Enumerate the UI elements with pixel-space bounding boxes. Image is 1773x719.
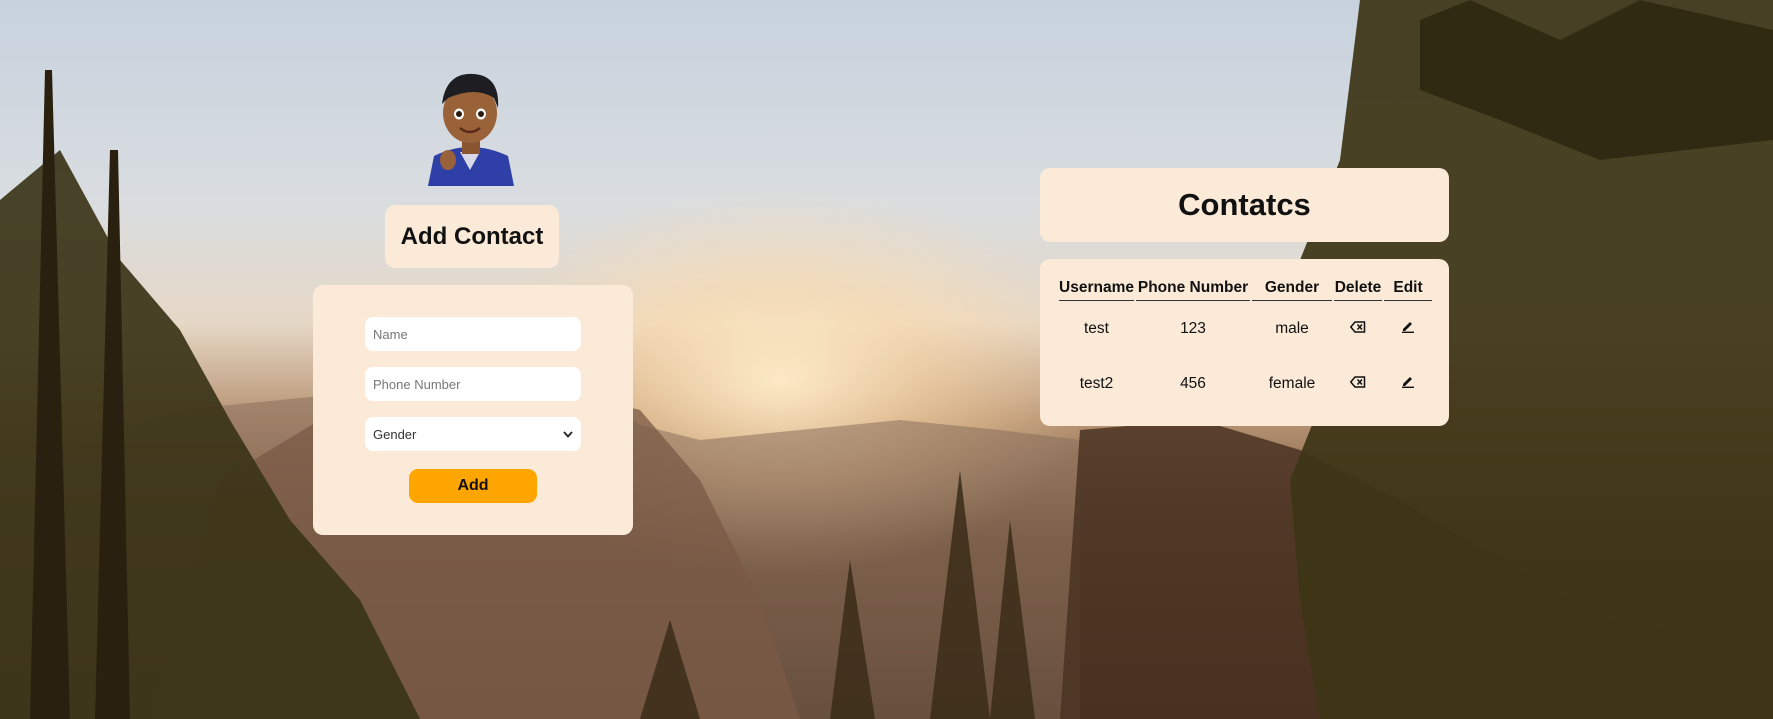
header-gender: Gender: [1252, 277, 1332, 301]
name-input[interactable]: [365, 317, 581, 351]
table-header-row: Username Phone Number Gender Delete Edit: [1059, 277, 1432, 301]
contacts-title-card: Contatcs: [1040, 168, 1449, 242]
gender-select[interactable]: Gender: [365, 417, 581, 451]
phone-number-input[interactable]: [365, 367, 581, 401]
backspace-delete-icon[interactable]: [1349, 375, 1366, 393]
table-row: test 123 male: [1059, 301, 1432, 356]
contacts-table: Username Phone Number Gender Delete Edit…: [1057, 277, 1434, 411]
cell-edit: [1384, 356, 1432, 411]
chevron-down-icon: [563, 427, 573, 441]
contacts-title: Contatcs: [1178, 187, 1311, 222]
cell-edit: [1384, 301, 1432, 356]
avatar: [424, 68, 516, 186]
cell-gender: male: [1275, 319, 1309, 337]
header-edit: Edit: [1384, 277, 1432, 301]
add-contact-title: Add Contact: [400, 222, 544, 250]
pencil-edit-icon[interactable]: [1401, 374, 1415, 393]
table-row: test2 456 female: [1059, 356, 1432, 411]
pencil-edit-icon[interactable]: [1401, 319, 1415, 338]
cell-gender: female: [1268, 374, 1316, 392]
contacts-table-card: Username Phone Number Gender Delete Edit…: [1040, 259, 1449, 426]
cell-username: test2: [1079, 374, 1114, 392]
add-contact-title-card: Add Contact: [385, 205, 559, 268]
cell-username: test: [1084, 319, 1109, 337]
header-delete: Delete: [1334, 277, 1382, 301]
memoji-avatar-icon: [428, 73, 514, 186]
gender-select-value: Gender: [373, 426, 417, 442]
cell-phone: 123: [1180, 319, 1206, 337]
backspace-delete-icon[interactable]: [1349, 320, 1366, 338]
header-phone-number: Phone Number: [1136, 277, 1250, 301]
cell-phone: 456: [1180, 374, 1206, 392]
add-contact-form: Gender Add: [313, 285, 633, 535]
header-username: Username: [1059, 277, 1134, 301]
cell-delete: [1334, 301, 1382, 356]
add-button[interactable]: Add: [409, 469, 537, 503]
cell-delete: [1334, 356, 1382, 411]
background-scenery: [0, 0, 1773, 719]
